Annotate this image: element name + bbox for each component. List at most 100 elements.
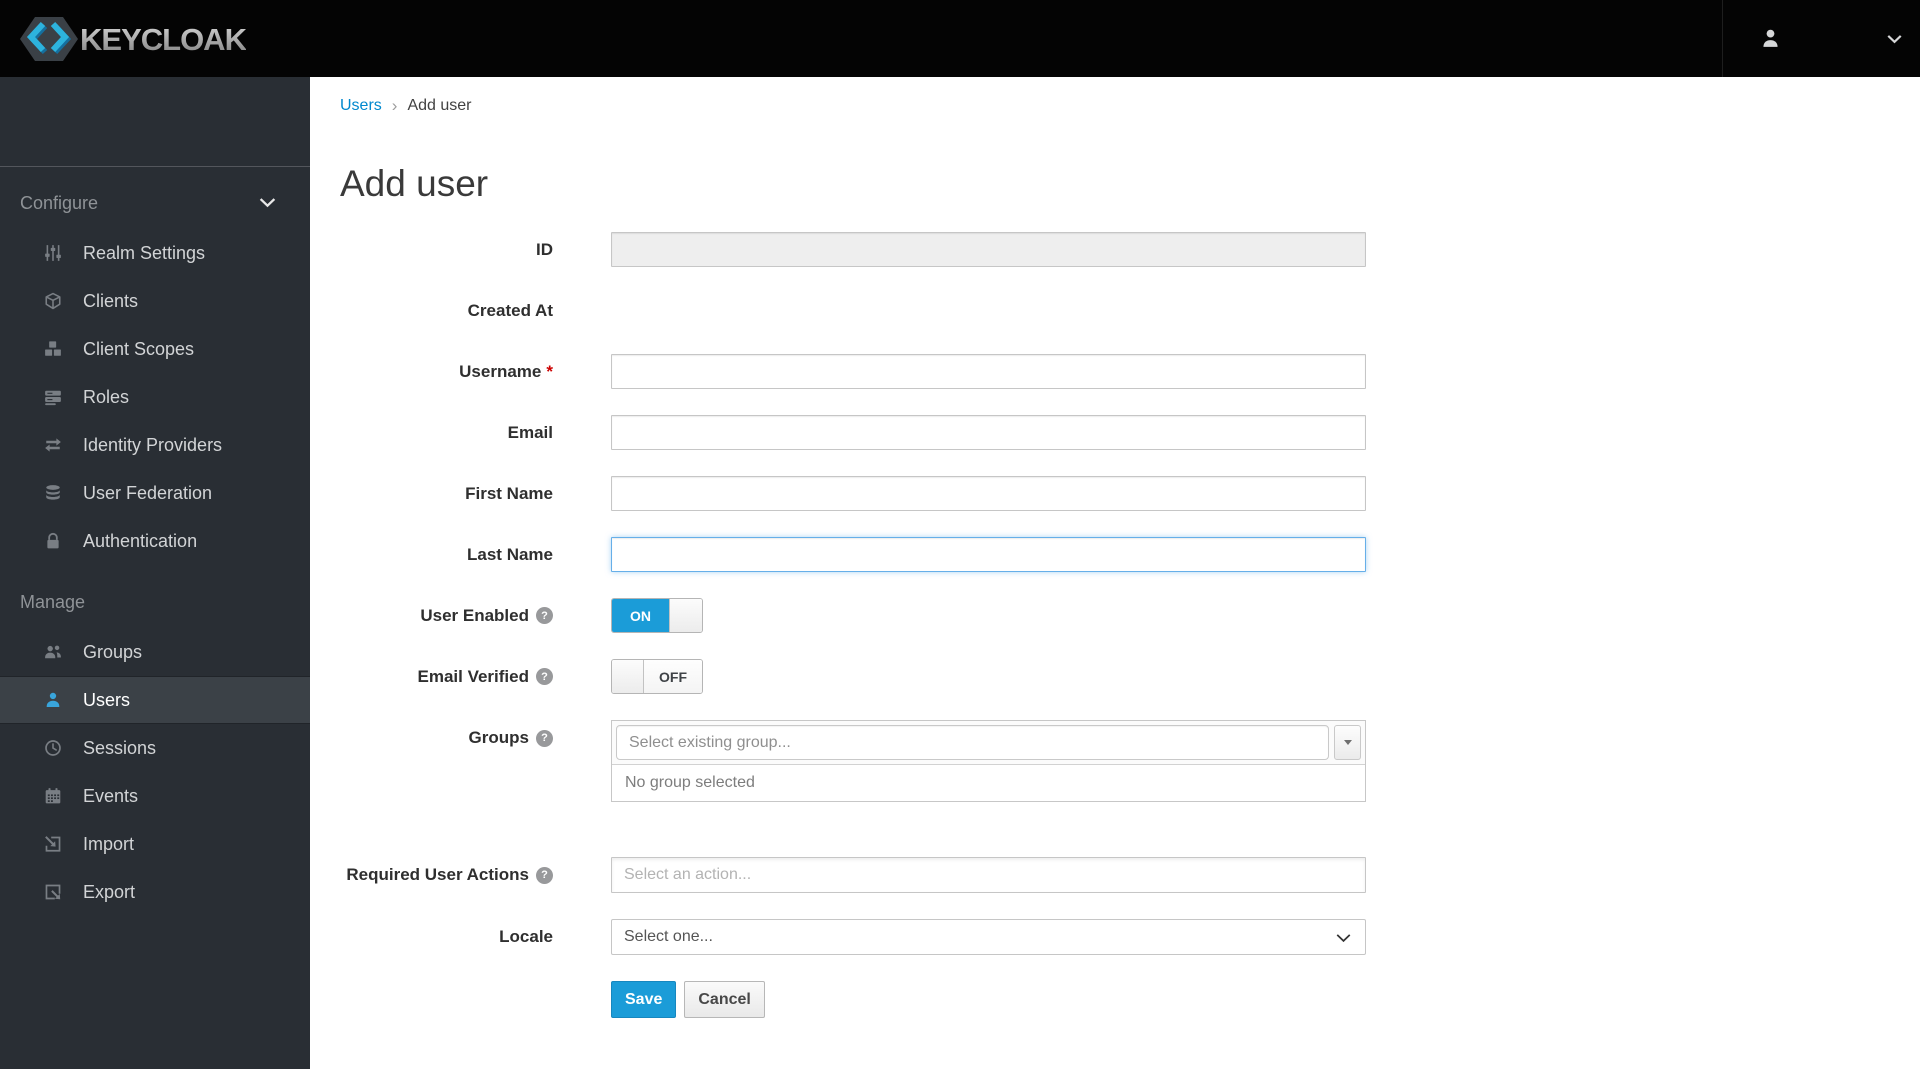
page-title: Add user [340, 163, 489, 204]
breadcrumb-separator: › [391, 96, 398, 115]
breadcrumb-users-link[interactable]: Users [340, 96, 382, 116]
help-icon[interactable] [536, 607, 553, 624]
first-name-field[interactable] [611, 476, 1366, 511]
navbar-user-menu [1722, 0, 1920, 77]
sidebar-item-clients[interactable]: Clients [0, 277, 310, 325]
sidebar-item-label: Authentication [83, 530, 198, 551]
required-user-actions-field[interactable] [611, 857, 1366, 893]
user-enabled-label: User Enabled [340, 606, 553, 626]
locale-label: Locale [499, 927, 553, 946]
form-row-first-name: First Name [340, 476, 1920, 511]
sidebar-item-authentication[interactable]: Authentication [0, 517, 310, 565]
user-account-button[interactable] [1759, 27, 1782, 50]
form-row-created-at: Created At [340, 293, 1920, 328]
username-field[interactable] [611, 354, 1366, 389]
sidebar-item-label: Events [83, 785, 139, 806]
keycloak-logo[interactable]: KEYCLOAK [14, 14, 246, 64]
sidebar-item-label: Export [83, 881, 136, 902]
section-configure-label: Configure [20, 193, 99, 213]
clock-icon [42, 739, 64, 757]
calendar-icon [42, 787, 64, 805]
email-verified-toggle[interactable]: OFF [611, 659, 703, 694]
form-row-required-user-actions: Required User Actions [340, 857, 1920, 893]
chevron-down-icon [259, 198, 276, 208]
toggle-handle [612, 660, 644, 693]
locale-select[interactable]: Select one... [611, 919, 1366, 955]
user-icon [42, 691, 64, 709]
required-marker: * [546, 361, 553, 381]
email-verified-label: Email Verified [340, 667, 553, 687]
last-name-field[interactable] [611, 537, 1366, 572]
database-icon [42, 484, 64, 502]
keycloak-logo-icon: KEYCLOAK [20, 16, 246, 61]
lock-icon [42, 532, 64, 550]
groups-widget: Select existing group... No group select… [611, 720, 1366, 802]
save-button[interactable]: Save [611, 981, 677, 1018]
breadcrumb-current: Add user [407, 97, 472, 114]
sliders-icon [42, 244, 64, 262]
sidebar-item-groups[interactable]: Groups [0, 628, 310, 676]
sidebar-item-events[interactable]: Events [0, 772, 310, 820]
sidebar-item-label: Client Scopes [83, 338, 195, 359]
chevron-down-icon [1336, 933, 1351, 943]
person-icon [1763, 29, 1778, 47]
cancel-button[interactable]: Cancel [684, 981, 765, 1018]
groups-combobox-row: Select existing group... [612, 721, 1365, 764]
main-content: Users › Add user Add user ID Created At … [310, 77, 1920, 1069]
last-name-label: Last Name [467, 544, 553, 564]
email-field[interactable] [611, 415, 1366, 450]
top-navbar: KEYCLOAK [0, 0, 1920, 77]
section-manage-label: Manage [20, 592, 86, 612]
sidebar-item-identity-providers[interactable]: Identity Providers [0, 421, 310, 469]
id-field [611, 232, 1366, 267]
sidebar-item-sessions[interactable]: Sessions [0, 724, 310, 772]
form-row-username: Username * [340, 354, 1920, 389]
form-row-user-enabled: User Enabled ON [340, 598, 1920, 633]
required-user-actions-label: Required User Actions [340, 865, 553, 885]
form-row-last-name: Last Name [340, 537, 1920, 572]
id-label: ID [536, 239, 553, 259]
sidebar-item-label: Sessions [83, 737, 157, 758]
form-row-id: ID [340, 232, 1920, 267]
user-menu-dropdown[interactable] [1887, 34, 1902, 44]
sidebar-item-roles[interactable]: Roles [0, 373, 310, 421]
toggle-off-label: OFF [644, 660, 702, 693]
sidebar-header [0, 77, 310, 167]
help-icon[interactable] [536, 668, 553, 685]
configure-collapse-toggle[interactable] [259, 197, 276, 208]
sidebar-item-label: Import [83, 833, 135, 854]
sidebar-item-users[interactable]: Users [0, 676, 310, 724]
chevron-down-icon [1887, 34, 1902, 43]
groups-empty-text: No group selected [612, 764, 1365, 801]
sidebar-item-export[interactable]: Export [0, 868, 310, 916]
brand-text: KEYCLOAK [80, 22, 246, 57]
sidebar-item-realm-settings[interactable]: Realm Settings [0, 229, 310, 277]
import-icon [42, 835, 64, 853]
sidebar-item-label: Realm Settings [83, 242, 206, 263]
sidebar-item-client-scopes[interactable]: Client Scopes [0, 325, 310, 373]
sidebar-item-user-federation[interactable]: User Federation [0, 469, 310, 517]
sidebar-item-label: User Federation [83, 482, 213, 503]
add-user-form: ID Created At Username * Email First Nam… [340, 232, 1920, 1018]
email-label: Email [507, 422, 553, 442]
form-row-groups: Groups Select existing group... No group… [340, 720, 1920, 802]
sidebar-nav: Configure Realm Settings Clients Client … [0, 77, 310, 1069]
help-icon[interactable] [536, 866, 553, 884]
server-list-icon [42, 388, 64, 406]
locale-selected-value: Select one... [624, 928, 713, 945]
groups-dropdown-button[interactable] [1334, 725, 1361, 760]
users-icon [42, 643, 64, 661]
section-configure: Configure [0, 192, 310, 214]
cubes-icon [42, 340, 64, 358]
section-manage: Manage [0, 591, 310, 613]
groups-label: Groups [340, 728, 553, 748]
breadcrumb: Users › Add user [340, 96, 1920, 116]
cube-icon [42, 292, 64, 310]
help-icon[interactable] [536, 729, 553, 747]
sidebar-item-label: Users [83, 689, 131, 710]
sidebar-item-import[interactable]: Import [0, 820, 310, 868]
sidebar-item-label: Clients [83, 290, 139, 311]
user-enabled-toggle[interactable]: ON [611, 598, 703, 633]
sidebar-item-label: Groups [83, 641, 143, 662]
groups-select-input[interactable]: Select existing group... [616, 725, 1329, 760]
